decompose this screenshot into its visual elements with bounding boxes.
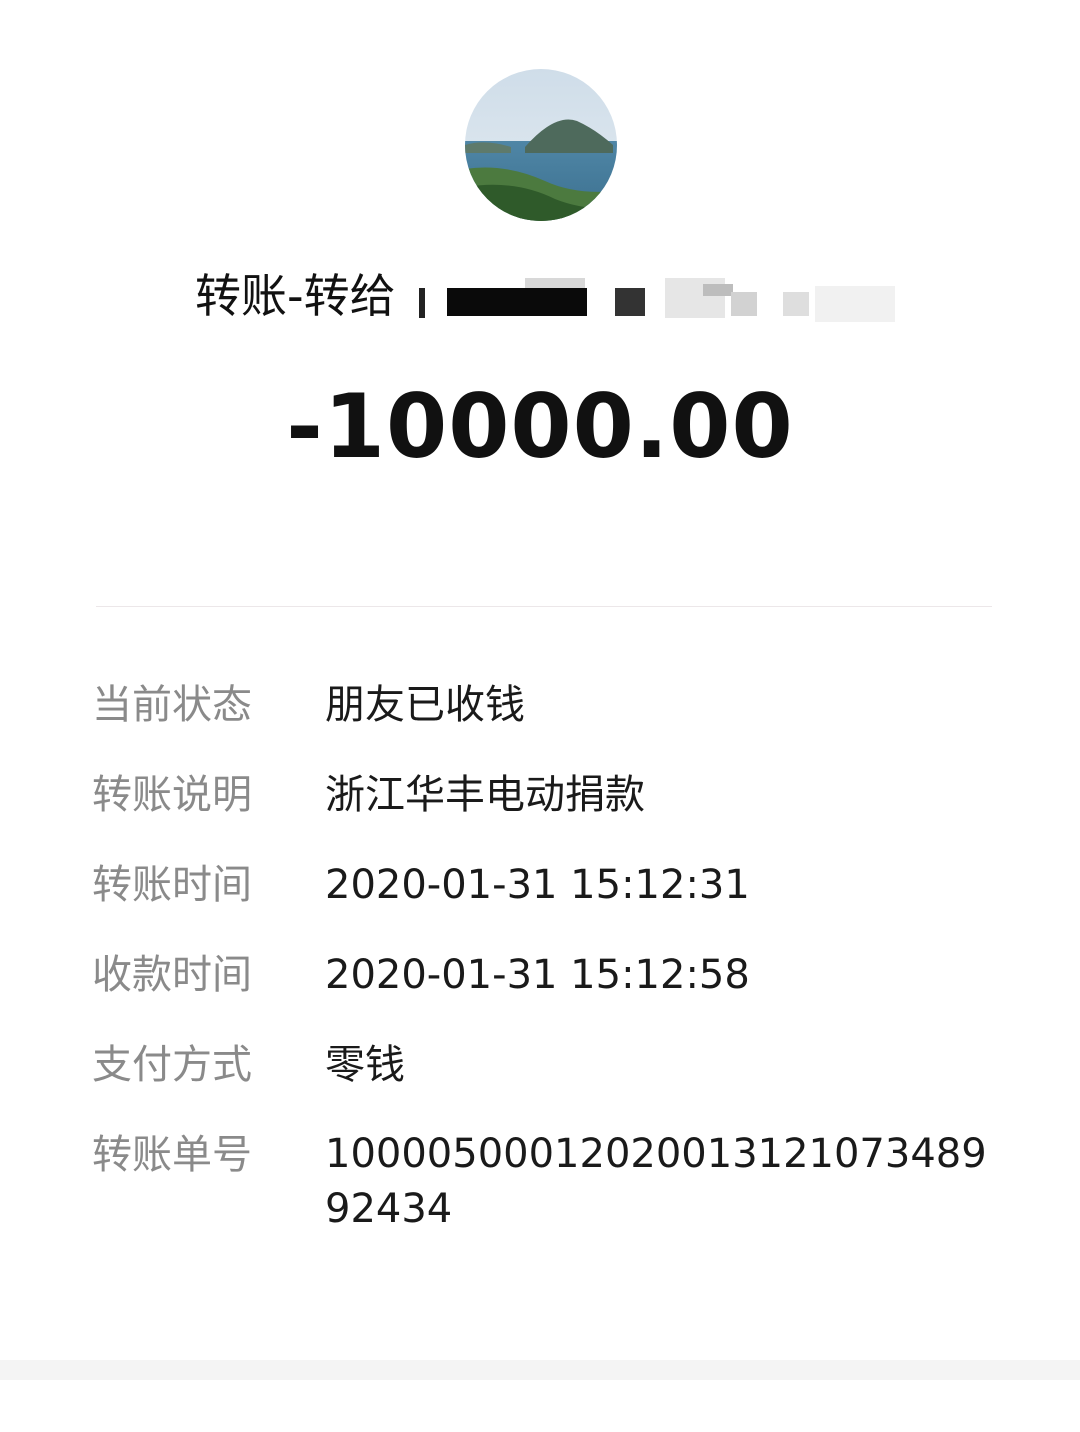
payment-method-label: 支付方式 [92,1042,252,1088]
recipient-avatar[interactable] [465,69,617,221]
transfer-amount: -10000.00 [286,375,794,478]
transaction-id-value[interactable]: 1000050001202001312107348992434 [325,1127,991,1237]
payment-method-value: 零钱 [325,1042,405,1088]
transfer-title: 转账-转给 [195,262,915,332]
status-value: 朋友已收钱 [325,682,525,728]
section-divider [96,606,992,607]
receive-time-label: 收款时间 [92,952,252,998]
note-value: 浙江华丰电动捐款 [325,772,645,818]
bottom-area [0,1380,1080,1432]
transaction-id-label: 转账单号 [92,1132,252,1178]
status-label: 当前状态 [92,682,252,728]
receive-time-value: 2020-01-31 15:12:58 [325,952,750,998]
note-label: 转账说明 [92,772,252,818]
avatar-landscape-image [465,69,617,221]
transfer-time-label: 转账时间 [92,862,252,908]
transfer-title-label: 转账-转给 [195,269,396,323]
transfer-detail-page: 转账-转给 -10000.00 当前状态 朋友已收钱 转账说明 浙江华丰电动捐款… [0,0,1080,1432]
bottom-separator [0,1360,1080,1380]
transfer-time-value: 2020-01-31 15:12:31 [325,862,750,908]
